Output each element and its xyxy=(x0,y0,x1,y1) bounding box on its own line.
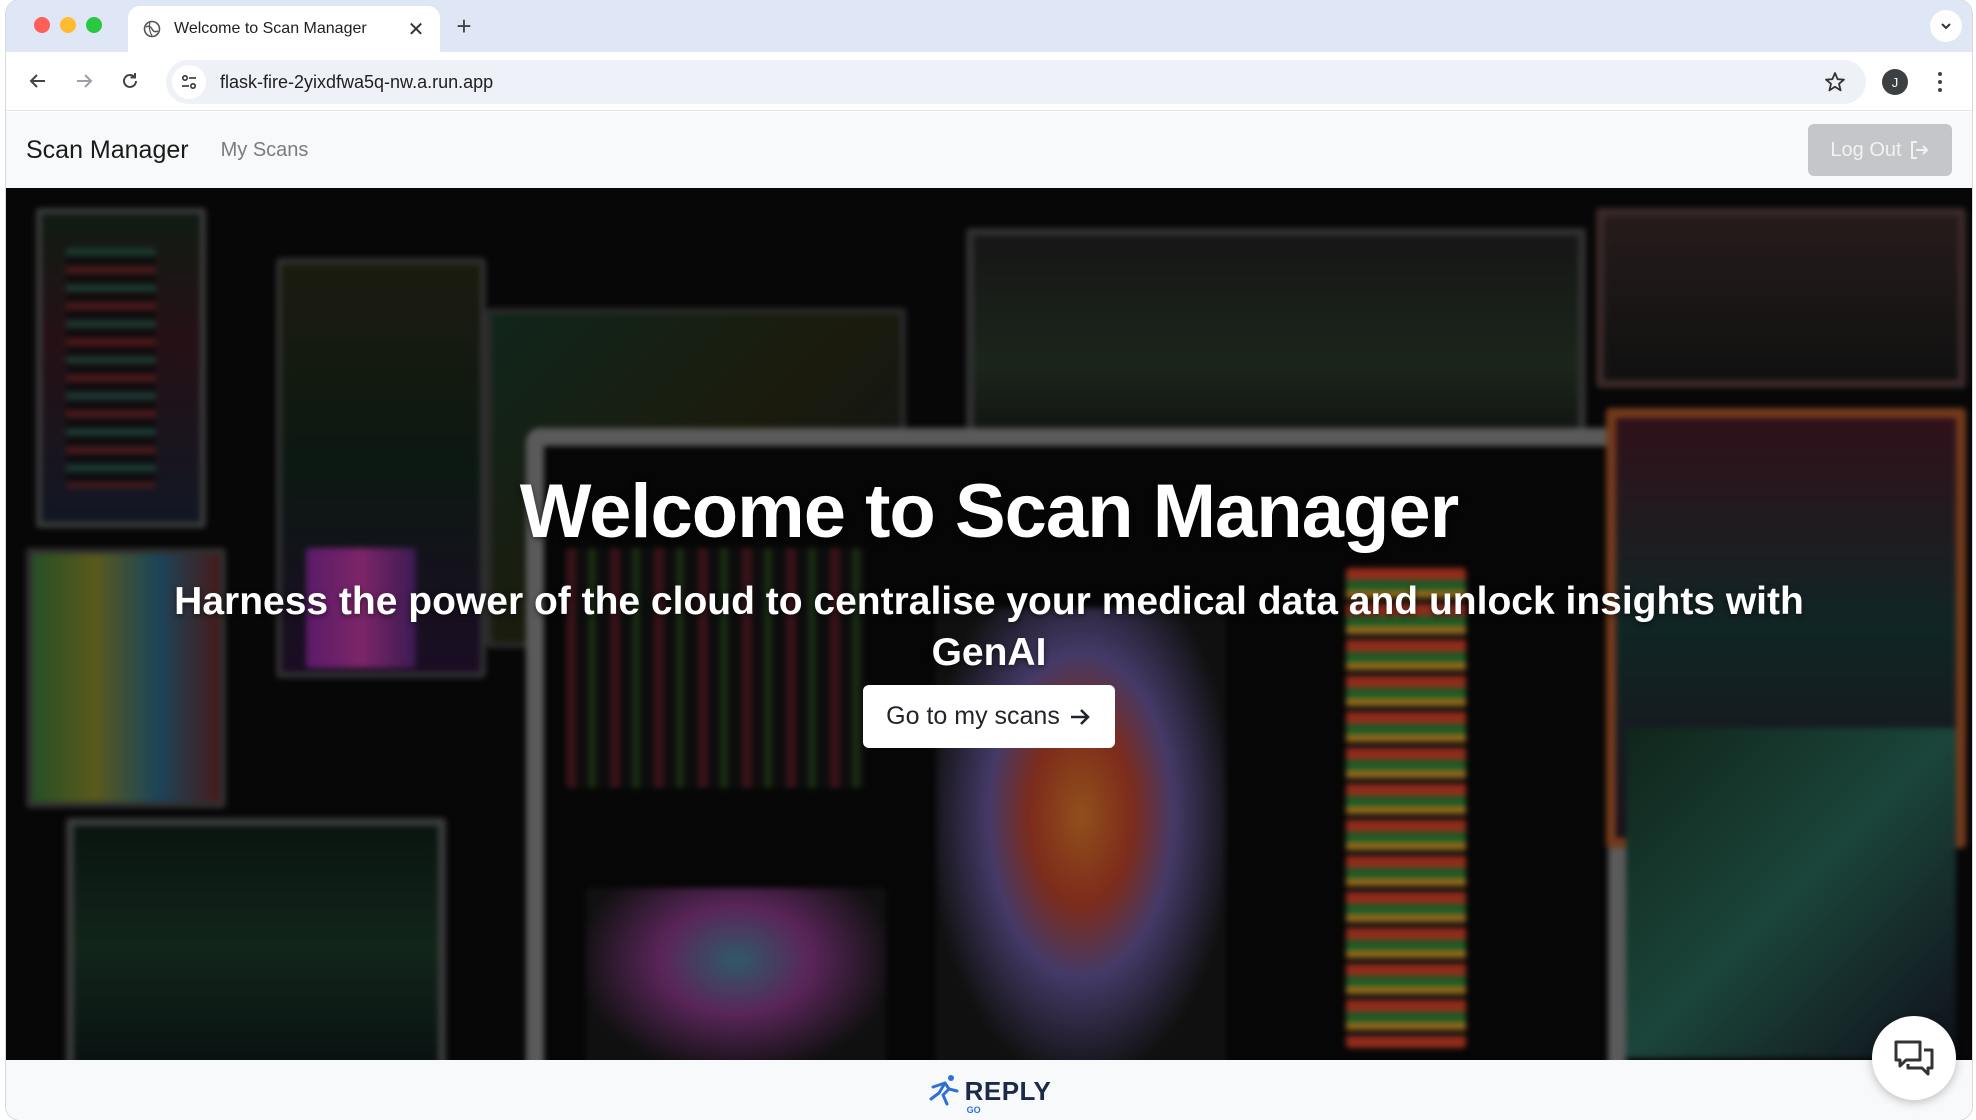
go-to-my-scans-button[interactable]: Go to my scans xyxy=(863,685,1115,748)
hero-title: Welcome to Scan Manager xyxy=(519,469,1460,554)
go-to-my-scans-label: Go to my scans xyxy=(886,702,1060,730)
browser-toolbar: flask-fire-2yixdfwa5q-nw.a.run.app J xyxy=(6,52,1972,111)
tab-search-button[interactable] xyxy=(1930,10,1962,42)
reload-button[interactable] xyxy=(114,65,146,97)
browser-window: Welcome to Scan Manager ✕ + flask-fire-2… xyxy=(6,0,1972,1120)
arrow-left-icon xyxy=(29,74,45,88)
globe-icon xyxy=(142,19,162,39)
logout-button[interactable]: Log Out xyxy=(1808,124,1952,176)
address-bar[interactable]: flask-fire-2yixdfwa5q-nw.a.run.app xyxy=(166,60,1866,104)
reply-logo-text: REPLY xyxy=(964,1076,1052,1106)
nav-link-my-scans[interactable]: My Scans xyxy=(221,139,309,162)
chat-bubbles-icon xyxy=(1894,1040,1934,1076)
arrow-right-icon xyxy=(1070,708,1090,725)
arrow-right-icon xyxy=(77,74,93,88)
bookmark-star-icon[interactable] xyxy=(1818,65,1852,99)
tab-strip: Welcome to Scan Manager ✕ + xyxy=(6,0,1972,52)
logout-arrow-icon xyxy=(1910,141,1928,159)
close-window-button[interactable] xyxy=(34,17,50,33)
browser-tab-active[interactable]: Welcome to Scan Manager ✕ xyxy=(128,6,440,52)
chat-button[interactable] xyxy=(1872,1016,1956,1100)
browser-menu-icon[interactable] xyxy=(1930,66,1950,98)
runner-icon xyxy=(929,1075,959,1106)
new-tab-button[interactable]: + xyxy=(450,11,478,41)
site-settings-icon[interactable] xyxy=(172,65,206,99)
logout-label: Log Out xyxy=(1830,138,1902,161)
reload-icon xyxy=(123,73,137,88)
tab-close-icon[interactable]: ✕ xyxy=(406,19,426,41)
footer: REPLY GO xyxy=(6,1060,1972,1120)
back-button[interactable] xyxy=(22,65,54,97)
reply-logo-subtext: GO xyxy=(966,1105,981,1115)
app-navbar: Scan Manager My Scans Log Out xyxy=(6,112,1972,188)
maximize-window-button[interactable] xyxy=(86,17,102,33)
forward-button[interactable] xyxy=(68,65,100,97)
url-text: flask-fire-2yixdfwa5q-nw.a.run.app xyxy=(220,71,494,92)
reply-logo: REPLY GO xyxy=(927,1073,1052,1115)
minimize-window-button[interactable] xyxy=(60,17,76,33)
hero-content: Welcome to Scan Manager Harness the powe… xyxy=(6,188,1972,1060)
profile-avatar[interactable]: J xyxy=(1882,69,1908,95)
navbar-brand[interactable]: Scan Manager xyxy=(26,136,189,165)
chevron-down-icon xyxy=(1941,23,1951,30)
tab-title: Welcome to Scan Manager xyxy=(174,20,367,37)
hero-subtitle: Harness the power of the cloud to centra… xyxy=(174,580,1804,674)
hero-section: Welcome to Scan Manager Harness the powe… xyxy=(6,188,1972,1060)
